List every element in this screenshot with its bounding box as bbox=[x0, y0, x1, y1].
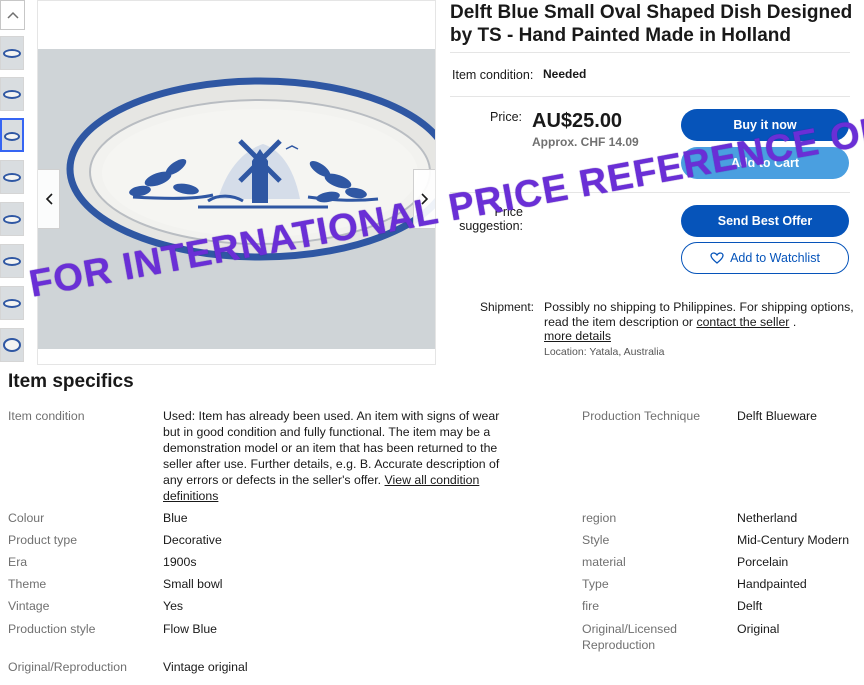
watchlist-label: Add to Watchlist bbox=[730, 251, 820, 265]
spec-key: Production Technique bbox=[582, 409, 701, 423]
spec-key: Theme bbox=[8, 577, 47, 591]
spec-value: 1900s bbox=[163, 555, 197, 569]
spec-value: Flow Blue bbox=[163, 622, 217, 636]
thumbnail-scroll-up-button[interactable] bbox=[0, 0, 25, 30]
divider bbox=[450, 96, 850, 97]
spec-value-item-condition: Used: Item has already been used. An ite… bbox=[163, 408, 518, 504]
price-value: AU$25.00 bbox=[532, 110, 623, 132]
spec-value: Delft Blueware bbox=[737, 409, 817, 423]
thumbnail[interactable] bbox=[0, 244, 24, 278]
thumbnail-selected[interactable] bbox=[0, 118, 24, 152]
item-location: Location: Yatala, Australia bbox=[544, 346, 665, 358]
thumbnail[interactable] bbox=[0, 202, 24, 236]
spec-key: Style bbox=[582, 533, 610, 547]
item-specifics-heading: Item specifics bbox=[8, 371, 134, 392]
spec-value: Netherland bbox=[737, 511, 798, 525]
thumbnail-strip bbox=[0, 0, 25, 365]
thumbnail[interactable] bbox=[0, 160, 24, 194]
spec-value: Small bowl bbox=[163, 577, 223, 591]
thumbnail[interactable] bbox=[0, 77, 24, 111]
add-to-watchlist-button[interactable]: Add to Watchlist bbox=[681, 242, 849, 274]
spec-key: region bbox=[582, 511, 617, 525]
more-details-link[interactable]: more details bbox=[544, 329, 611, 343]
divider bbox=[450, 52, 850, 53]
spec-value: Porcelain bbox=[737, 555, 789, 569]
previous-image-button[interactable] bbox=[38, 169, 60, 229]
shipping-info: Possibly no shipping to Philippines. For… bbox=[544, 300, 854, 344]
price-approx: Approx. CHF 14.09 bbox=[532, 135, 639, 149]
spec-key: Original/Licensed Reproduction bbox=[582, 622, 678, 652]
heart-icon bbox=[710, 252, 724, 264]
thumbnail[interactable] bbox=[0, 36, 24, 70]
spec-key: Production style bbox=[8, 622, 96, 636]
price-label: Price: bbox=[490, 110, 522, 124]
spec-key: fire bbox=[582, 599, 600, 613]
chevron-up-icon bbox=[6, 11, 19, 19]
spec-key: Original/Reproduction bbox=[8, 660, 127, 674]
listing-title: Delft Blue Small Oval Shaped Dish Design… bbox=[450, 2, 853, 46]
thumbnail[interactable] bbox=[0, 328, 24, 362]
spec-value: Delft bbox=[737, 599, 763, 613]
spec-value: Decorative bbox=[163, 533, 222, 547]
send-best-offer-button[interactable]: Send Best Offer bbox=[681, 205, 849, 237]
spec-value: Handpainted bbox=[737, 577, 807, 591]
shipping-label: Shipment: bbox=[479, 300, 534, 314]
spec-key-item-condition: Item condition bbox=[8, 409, 85, 423]
delft-dish-photo bbox=[66, 77, 435, 261]
spec-key: Colour bbox=[8, 511, 45, 525]
spec-value: Yes bbox=[163, 599, 184, 613]
spec-key: Vintage bbox=[8, 599, 50, 613]
thumbnail[interactable] bbox=[0, 286, 24, 320]
main-product-image[interactable] bbox=[37, 0, 436, 365]
spec-key: Product type bbox=[8, 533, 78, 547]
spec-value: Vintage original bbox=[163, 660, 248, 674]
spec-key: Type bbox=[582, 577, 609, 591]
spec-value: Original bbox=[737, 622, 780, 636]
item-condition-value: Needed bbox=[543, 67, 587, 81]
spec-value: Blue bbox=[163, 511, 188, 525]
item-condition-label: Item condition: bbox=[452, 68, 534, 82]
spec-key: material bbox=[582, 555, 626, 569]
shipping-text-end: . bbox=[792, 314, 797, 329]
contact-seller-link[interactable]: contact the seller bbox=[696, 315, 789, 329]
spec-key: Era bbox=[8, 555, 28, 569]
chevron-left-icon bbox=[45, 193, 53, 205]
spec-value: Mid-Century Modern bbox=[737, 533, 850, 547]
